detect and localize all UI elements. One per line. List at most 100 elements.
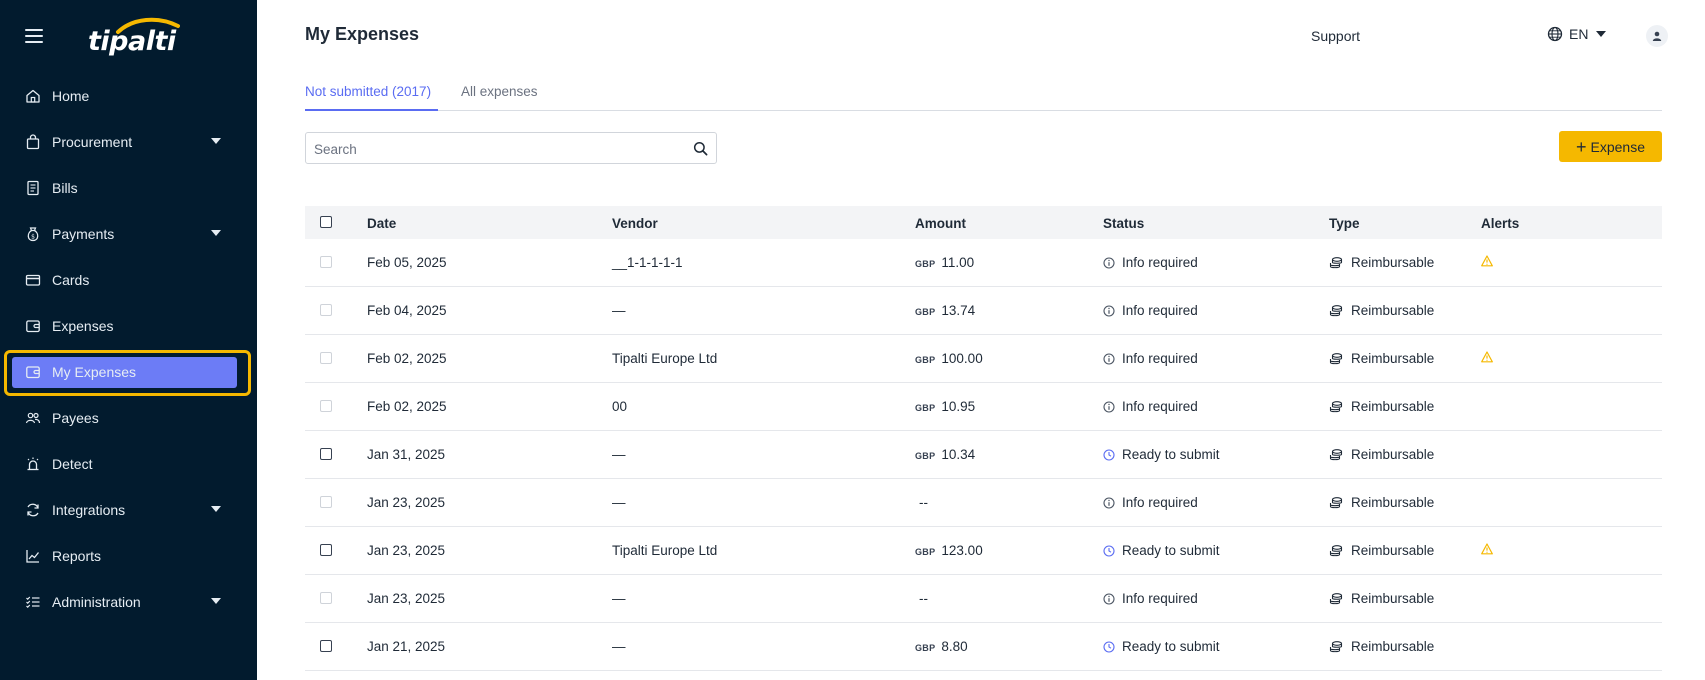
- row-type-label: Reimbursable: [1351, 255, 1435, 270]
- sidebar-item-payments[interactable]: $ Payments: [0, 211, 257, 257]
- chevron-down-icon[interactable]: [211, 138, 221, 144]
- table-row[interactable]: Feb 02, 2025 00 GBP 10.95 Info required Reimb…: [305, 383, 1662, 431]
- row-status: Info required: [1103, 495, 1198, 510]
- sidebar-item-cards[interactable]: Cards: [0, 257, 257, 303]
- row-checkbox: [320, 592, 332, 604]
- row-status: Ready to submit: [1103, 639, 1220, 654]
- row-checkbox[interactable]: [320, 640, 332, 652]
- row-checkbox: [320, 496, 332, 508]
- tab-not-submitted[interactable]: Not submitted (2017): [305, 84, 431, 99]
- row-currency: GBP: [915, 259, 936, 269]
- add-expense-label: Expense: [1590, 138, 1645, 155]
- column-header-date[interactable]: Date: [367, 216, 396, 231]
- user-avatar[interactable]: [1646, 25, 1668, 47]
- add-expense-button[interactable]: + Expense: [1559, 131, 1662, 162]
- bill-icon: [25, 180, 41, 196]
- column-header-amount[interactable]: Amount: [915, 216, 966, 231]
- table-row[interactable]: Feb 02, 2025 Tipalti Europe Ltd GBP 100.00 I…: [305, 335, 1662, 383]
- row-type-label: Reimbursable: [1351, 495, 1435, 510]
- table-row[interactable]: Feb 05, 2025 __1-1-1-1-1 GBP 11.00 Info requ…: [305, 239, 1662, 287]
- row-type-label: Reimbursable: [1351, 543, 1435, 558]
- row-status-label: Info required: [1122, 591, 1198, 606]
- row-type-label: Reimbursable: [1351, 591, 1435, 606]
- hamburger-menu-icon[interactable]: [25, 29, 43, 43]
- table-header: Date Vendor Amount Status Type Alerts: [305, 206, 1662, 239]
- coins-icon: [1329, 448, 1343, 460]
- row-type-label: Reimbursable: [1351, 447, 1435, 462]
- active-tab-indicator: [305, 109, 438, 111]
- sidebar-item-integrations[interactable]: Integrations: [0, 487, 257, 533]
- chevron-down-icon[interactable]: [211, 230, 221, 236]
- coins-icon: [1329, 256, 1343, 268]
- tipalti-logo[interactable]: tipalti: [88, 16, 180, 60]
- row-status-label: Ready to submit: [1122, 447, 1220, 462]
- row-date: Jan 21, 2025: [367, 639, 446, 654]
- table-row[interactable]: Jan 23, 2025 — -- Info required Reimbursable: [305, 479, 1662, 527]
- chevron-down-icon[interactable]: [211, 506, 221, 512]
- row-checkbox[interactable]: [320, 448, 332, 460]
- sidebar-item-my-expenses[interactable]: My Expenses: [0, 349, 257, 396]
- sidebar-header: tipalti: [0, 0, 257, 76]
- clock-icon: [1103, 544, 1115, 557]
- row-alert[interactable]: [1481, 351, 1493, 366]
- chevron-down-icon[interactable]: [211, 598, 221, 604]
- search-icon[interactable]: [693, 141, 708, 156]
- row-type: Reimbursable: [1329, 255, 1434, 270]
- language-code: EN: [1569, 26, 1589, 42]
- sidebar-item-label: Detect: [52, 456, 93, 472]
- sidebar-item-label: Expenses: [52, 318, 114, 334]
- row-amount-value: 100.00: [941, 351, 983, 366]
- column-header-vendor[interactable]: Vendor: [612, 216, 658, 231]
- sidebar: tipalti Home Procurement Bills $ Payments Car…: [0, 0, 257, 680]
- sidebar-item-label: Integrations: [52, 502, 126, 518]
- table-row[interactable]: Jan 31, 2025 — GBP 10.34 Ready to submit Reim…: [305, 431, 1662, 479]
- row-amount-value: 10.95: [941, 399, 976, 414]
- row-date: Jan 23, 2025: [367, 495, 446, 510]
- sidebar-item-reports[interactable]: Reports: [0, 533, 257, 579]
- sidebar-item-home[interactable]: Home: [0, 73, 257, 119]
- row-alert[interactable]: [1481, 543, 1493, 558]
- bag-icon: [25, 134, 41, 150]
- svg-text:$: $: [31, 234, 35, 241]
- sidebar-item-detect[interactable]: Detect: [0, 441, 257, 487]
- column-header-status[interactable]: Status: [1103, 216, 1144, 231]
- table-row[interactable]: Jan 21, 2025 — GBP 8.80 Ready to submit Reimb…: [305, 623, 1662, 671]
- sidebar-item-bills[interactable]: Bills: [0, 165, 257, 211]
- sidebar-item-procurement[interactable]: Procurement: [0, 119, 257, 165]
- column-header-alerts[interactable]: Alerts: [1481, 216, 1519, 231]
- sidebar-item-expenses[interactable]: Expenses: [0, 303, 257, 349]
- sidebar-item-label: My Expenses: [52, 364, 137, 380]
- row-type: Reimbursable: [1329, 303, 1434, 318]
- search-input[interactable]: [314, 139, 674, 159]
- row-status-label: Info required: [1122, 255, 1198, 270]
- coins-icon: [1329, 640, 1343, 652]
- table-row[interactable]: Jan 23, 2025 — -- Info required Reimbursable: [305, 575, 1662, 623]
- coins-icon: [1329, 304, 1343, 316]
- sidebar-item-payees[interactable]: Payees: [0, 395, 257, 441]
- row-currency: GBP: [915, 307, 936, 317]
- info-icon: [1103, 592, 1115, 605]
- column-header-type[interactable]: Type: [1329, 216, 1360, 231]
- coins-icon: [1329, 352, 1343, 364]
- info-icon: [1103, 496, 1115, 509]
- card-icon: [25, 272, 41, 288]
- sidebar-item-label: Procurement: [52, 134, 133, 150]
- sync-icon: [25, 502, 41, 518]
- row-date: Feb 05, 2025: [367, 255, 447, 270]
- row-vendor: Tipalti Europe Ltd: [612, 543, 718, 558]
- row-checkbox[interactable]: [320, 544, 332, 556]
- table-row[interactable]: Feb 04, 2025 — GBP 13.74 Info required Reimbu…: [305, 287, 1662, 335]
- table-row[interactable]: Jan 23, 2025 Tipalti Europe Ltd GBP 123.00 R…: [305, 527, 1662, 575]
- row-amount: GBP 123.00: [915, 543, 983, 558]
- select-all-checkbox[interactable]: [320, 216, 332, 228]
- row-amount: GBP 8.80: [915, 639, 968, 654]
- support-link[interactable]: Support: [1311, 28, 1360, 44]
- sidebar-item-administration[interactable]: Administration: [0, 579, 257, 625]
- row-currency: GBP: [915, 547, 936, 557]
- row-amount-value: 123.00: [941, 543, 983, 558]
- chevron-down-icon: [1596, 31, 1607, 37]
- row-alert[interactable]: [1481, 255, 1493, 270]
- language-selector[interactable]: EN: [1547, 26, 1607, 42]
- tab-all-expenses[interactable]: All expenses: [461, 84, 538, 99]
- info-icon: [1103, 256, 1115, 269]
